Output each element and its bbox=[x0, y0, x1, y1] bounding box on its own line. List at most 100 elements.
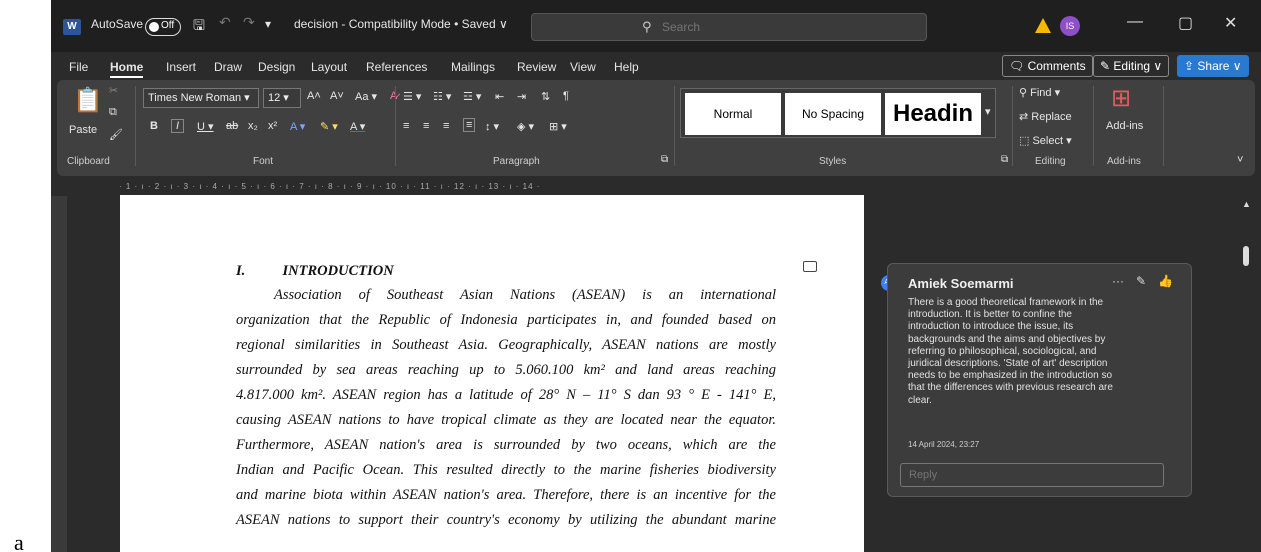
highlight-icon[interactable]: ✎ ▾ bbox=[320, 120, 338, 133]
body-line[interactable]: 4.817.000 km². ASEAN region has a latitu… bbox=[236, 387, 776, 404]
show-marks-icon[interactable]: ¶ bbox=[563, 90, 569, 102]
tab-help[interactable]: Help bbox=[614, 60, 639, 74]
tab-file[interactable]: File bbox=[69, 60, 88, 74]
reply-input[interactable] bbox=[901, 464, 1163, 486]
home-ribbon: 📋 Paste ✂ ⧉ 🖌 Clipboard Times New Roman … bbox=[57, 80, 1255, 176]
warning-icon[interactable] bbox=[1035, 18, 1051, 33]
superscript-icon[interactable]: x² bbox=[268, 120, 277, 132]
undo-icon[interactable]: ↶ bbox=[219, 14, 231, 31]
find-button[interactable]: ⚲ Find ▾ bbox=[1019, 86, 1060, 99]
add-ins-icon[interactable]: ⊞ bbox=[1111, 84, 1131, 113]
body-line[interactable]: and marine biota within ASEAN nation's a… bbox=[236, 487, 776, 504]
strikethrough-icon[interactable]: ab bbox=[226, 120, 238, 132]
shading-icon[interactable]: ◈ ▾ bbox=[517, 120, 534, 133]
more-options-icon[interactable]: ··· bbox=[1112, 274, 1124, 288]
horizontal-ruler[interactable]: · 1 · ı · 2 · ı · 3 · ı · 4 · ı · 5 · ı … bbox=[119, 182, 863, 194]
italic-icon[interactable]: I bbox=[171, 119, 185, 133]
replace-button[interactable]: ⇄ Replace bbox=[1019, 110, 1072, 123]
underline-icon[interactable]: U ▾ bbox=[197, 120, 214, 133]
comments-button[interactable]: 🗨 Comments bbox=[1002, 55, 1093, 77]
align-center-icon[interactable]: ≡ bbox=[423, 120, 429, 132]
autosave-label: AutoSave bbox=[91, 17, 144, 31]
edit-comment-icon[interactable]: ✎ bbox=[1136, 274, 1146, 288]
grow-font-icon[interactable]: A˄ bbox=[307, 90, 321, 102]
body-line[interactable]: Association of Southeast Asian Nations (… bbox=[236, 287, 776, 304]
collapse-ribbon-icon[interactable]: ˅ bbox=[1237, 154, 1243, 166]
tab-design[interactable]: Design bbox=[258, 60, 295, 74]
redo-icon[interactable]: ↷ bbox=[243, 14, 255, 31]
clipboard-group-label: Clipboard bbox=[67, 156, 110, 167]
comment-marker-icon[interactable] bbox=[803, 261, 817, 272]
multilevel-list-icon[interactable]: ☲ ▾ bbox=[463, 90, 481, 103]
comment-card[interactable]: Amiek Soemarmi ··· ✎ 👍 There is a good t… bbox=[887, 263, 1192, 497]
body-line[interactable]: surrounded by sea areas reaching up to 5… bbox=[236, 362, 776, 379]
tab-layout[interactable]: Layout bbox=[311, 60, 347, 74]
font-name-select[interactable]: Times New Roman ▾ bbox=[143, 88, 259, 108]
save-icon[interactable]: 🖫 bbox=[193, 15, 205, 39]
body-line[interactable]: regional similarities in Southeast Asia.… bbox=[236, 337, 776, 354]
autosave-toggle[interactable]: Off bbox=[145, 18, 181, 36]
font-size-select[interactable]: 12 ▾ bbox=[263, 88, 301, 108]
cut-icon[interactable]: ✂ bbox=[109, 84, 118, 97]
user-avatar[interactable]: IS bbox=[1060, 16, 1080, 36]
subscript-icon[interactable]: x₂ bbox=[248, 120, 258, 132]
styles-launcher-icon[interactable]: ⧉ bbox=[1001, 154, 1008, 165]
borders-icon[interactable]: ⊞ ▾ bbox=[549, 120, 567, 133]
font-color-icon[interactable]: A ▾ bbox=[350, 120, 365, 133]
tab-view[interactable]: View bbox=[570, 60, 596, 74]
add-ins-button[interactable]: Add-ins bbox=[1106, 120, 1143, 132]
body-line[interactable]: ASEAN nations to support their country's… bbox=[236, 512, 776, 529]
align-right-icon[interactable]: ≡ bbox=[443, 120, 449, 132]
clipboard-icon[interactable]: 📋 bbox=[73, 86, 103, 115]
minimize-button[interactable]: — bbox=[1127, 13, 1143, 31]
body-line[interactable]: Furthermore, ASEAN nation's area is surr… bbox=[236, 437, 776, 454]
body-line[interactable]: Indian and Pacific Ocean. This resulted … bbox=[236, 462, 776, 479]
bold-icon[interactable]: B bbox=[150, 120, 158, 132]
document-page[interactable]: I. INTRODUCTION Association of Southeast… bbox=[120, 195, 864, 552]
increase-indent-icon[interactable]: ⇥ bbox=[517, 90, 526, 103]
style-no-spacing[interactable]: No Spacing bbox=[785, 93, 881, 135]
tab-draw[interactable]: Draw bbox=[214, 60, 242, 74]
tab-review[interactable]: Review bbox=[517, 60, 556, 74]
group-divider bbox=[1163, 86, 1164, 166]
editing-mode-button[interactable]: ✎ Editing ∨ bbox=[1093, 55, 1170, 77]
share-button[interactable]: ⇪ Share ∨ bbox=[1177, 55, 1249, 77]
style-heading[interactable]: Headin bbox=[885, 93, 981, 135]
justify-icon[interactable]: ≡ bbox=[463, 118, 476, 132]
reply-box[interactable] bbox=[900, 463, 1164, 487]
numbering-icon[interactable]: ☷ ▾ bbox=[433, 90, 451, 103]
copy-icon[interactable]: ⧉ bbox=[109, 106, 117, 119]
decrease-indent-icon[interactable]: ⇤ bbox=[495, 90, 504, 103]
search-input[interactable] bbox=[662, 18, 862, 36]
tab-home[interactable]: Home bbox=[110, 60, 144, 78]
select-button[interactable]: ⬚ Select ▾ bbox=[1019, 134, 1072, 147]
tab-mailings[interactable]: Mailings bbox=[451, 60, 495, 74]
vertical-ruler[interactable] bbox=[51, 196, 67, 552]
scroll-thumb[interactable] bbox=[1243, 246, 1249, 266]
document-title[interactable]: decision - Compatibility Mode • Saved ∨ bbox=[294, 17, 508, 31]
clear-formatting-icon[interactable]: A̷ bbox=[390, 90, 397, 102]
scroll-up-icon[interactable]: ▲ bbox=[1242, 199, 1251, 209]
text-effects-icon[interactable]: A ▾ bbox=[290, 120, 305, 133]
search-box[interactable]: ⚲ bbox=[531, 13, 927, 41]
section-heading[interactable]: I. INTRODUCTION bbox=[236, 263, 394, 280]
line-spacing-icon[interactable]: ↕ ▾ bbox=[485, 120, 499, 133]
like-comment-icon[interactable]: 👍 bbox=[1158, 274, 1173, 288]
change-case-icon[interactable]: Aa ▾ bbox=[355, 90, 377, 103]
align-left-icon[interactable]: ≡ bbox=[403, 120, 409, 132]
paste-button[interactable]: Paste bbox=[69, 124, 97, 136]
restore-button[interactable]: ▢ bbox=[1178, 13, 1193, 33]
paragraph-launcher-icon[interactable]: ⧉ bbox=[661, 154, 668, 165]
styles-more-icon[interactable]: ▾ bbox=[985, 105, 991, 118]
tab-insert[interactable]: Insert bbox=[166, 60, 196, 74]
close-button[interactable]: ✕ bbox=[1224, 13, 1237, 33]
body-line[interactable]: organization that the Republic of Indone… bbox=[236, 312, 776, 329]
sort-icon[interactable]: ⇅ bbox=[541, 90, 550, 103]
bullets-icon[interactable]: ☰ ▾ bbox=[403, 90, 421, 103]
shrink-font-icon[interactable]: A˅ bbox=[330, 90, 344, 102]
quick-access-dropdown-icon[interactable]: ▾ bbox=[265, 17, 271, 31]
tab-references[interactable]: References bbox=[366, 60, 427, 74]
body-line[interactable]: causing ASEAN nations to have tropical c… bbox=[236, 412, 776, 429]
format-painter-icon[interactable]: 🖌 bbox=[109, 128, 123, 141]
style-normal[interactable]: Normal bbox=[685, 93, 781, 135]
